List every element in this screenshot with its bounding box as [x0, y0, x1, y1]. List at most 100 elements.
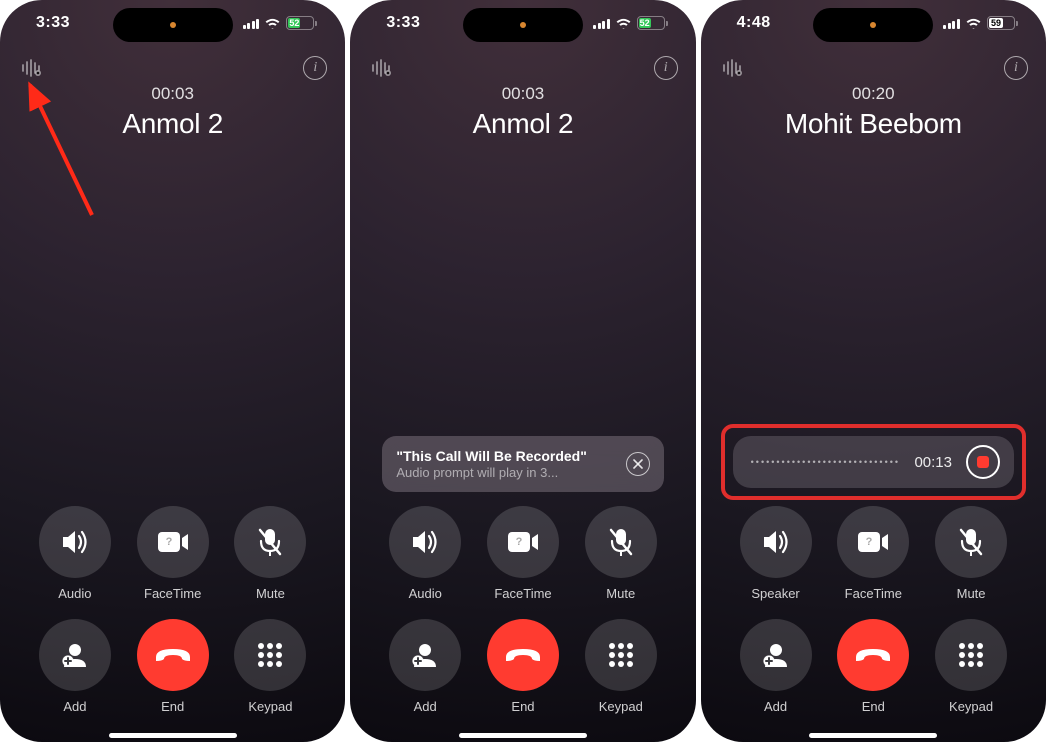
svg-text:?: ? — [165, 536, 172, 548]
recording-highlight: ••••••••••••••••••••••••••••••••••••••••… — [721, 424, 1026, 500]
svg-text:?: ? — [516, 536, 523, 548]
recording-bar: ••••••••••••••••••••••••••••••••••••••••… — [733, 436, 1014, 488]
wifi-icon — [965, 17, 982, 29]
facetime-button[interactable]: ? — [137, 506, 209, 578]
speaker-cell: Audio — [26, 506, 124, 601]
add-cell: Add — [26, 619, 124, 714]
speaker-label: Speaker — [751, 586, 799, 601]
signal-icon — [943, 17, 960, 29]
wifi-icon — [615, 17, 632, 29]
dynamic-island[interactable] — [813, 8, 933, 42]
call-duration: 00:20 — [701, 84, 1046, 104]
end-button[interactable] — [137, 619, 209, 691]
status-right: 52 — [243, 16, 318, 30]
mute-cell: Mute — [922, 506, 1020, 601]
mute-button[interactable] — [234, 506, 306, 578]
recording-prompt: "This Call Will Be Recorded"Audio prompt… — [382, 436, 663, 492]
home-indicator[interactable] — [459, 733, 587, 738]
wifi-icon — [264, 17, 281, 29]
mute-cell: Mute — [572, 506, 670, 601]
call-top-bar: i — [350, 46, 695, 82]
speaker-button[interactable] — [39, 506, 111, 578]
keypad-button[interactable] — [935, 619, 1007, 691]
mute-label: Mute — [957, 586, 986, 601]
dynamic-island[interactable] — [463, 8, 583, 42]
call-top-bar: i — [701, 46, 1046, 82]
end-label: End — [862, 699, 885, 714]
keypad-cell: Keypad — [572, 619, 670, 714]
keypad-cell: Keypad — [922, 619, 1020, 714]
recording-duration: 00:13 — [914, 454, 952, 471]
keypad-button[interactable] — [585, 619, 657, 691]
add-label: Add — [764, 699, 787, 714]
facetime-button[interactable]: ? — [487, 506, 559, 578]
prompt-title: "This Call Will Be Recorded" — [396, 448, 587, 464]
end-button[interactable] — [487, 619, 559, 691]
status-time: 3:33 — [386, 14, 420, 32]
keypad-label: Keypad — [599, 699, 643, 714]
speaker-button[interactable] — [389, 506, 461, 578]
speaker-button[interactable] — [740, 506, 812, 578]
speaker-cell: Speaker — [727, 506, 825, 601]
call-duration: 00:03 — [350, 84, 695, 104]
stop-recording-button[interactable] — [966, 445, 1000, 479]
status-time: 3:33 — [36, 14, 70, 32]
keypad-button[interactable] — [234, 619, 306, 691]
end-cell: End — [474, 619, 572, 714]
call-header: 00:20 Mohit Beebom — [701, 82, 1046, 140]
add-button[interactable] — [740, 619, 812, 691]
end-label: End — [161, 699, 184, 714]
mute-button[interactable] — [935, 506, 1007, 578]
call-button-grid: Audio ?FaceTime Mute Add End Keypad — [350, 506, 695, 714]
facetime-cell: ? FaceTime — [824, 506, 922, 601]
keypad-cell: Keypad — [222, 619, 320, 714]
phone-screen-2: 4:4859i00:20Mohit Beebom••••••••••••••••… — [701, 0, 1046, 742]
speaker-cell: Audio — [376, 506, 474, 601]
prompt-subtitle: Audio prompt will play in 3... — [396, 465, 587, 480]
facetime-label: FaceTime — [845, 586, 902, 601]
facetime-cell: ?FaceTime — [474, 506, 572, 601]
end-cell: End — [824, 619, 922, 714]
battery-icon: 52 — [286, 16, 317, 30]
add-cell: Add — [727, 619, 825, 714]
end-cell: End — [124, 619, 222, 714]
keypad-label: Keypad — [248, 699, 292, 714]
call-duration: 00:03 — [0, 84, 345, 104]
speaker-label: Audio — [58, 586, 91, 601]
add-button[interactable] — [389, 619, 461, 691]
svg-text:?: ? — [866, 536, 873, 548]
add-label: Add — [414, 699, 437, 714]
add-label: Add — [63, 699, 86, 714]
end-button[interactable] — [837, 619, 909, 691]
mute-label: Mute — [256, 586, 285, 601]
status-right: 52 — [593, 16, 668, 30]
call-button-grid: Speaker? FaceTime Mute Add End Keypad — [701, 506, 1046, 714]
prompt-close-button[interactable] — [626, 452, 650, 476]
caller-name: Anmol 2 — [350, 108, 695, 140]
facetime-cell: ?FaceTime — [124, 506, 222, 601]
keypad-label: Keypad — [949, 699, 993, 714]
speaker-label: Audio — [409, 586, 442, 601]
record-icon[interactable] — [18, 54, 46, 82]
home-indicator[interactable] — [109, 733, 237, 738]
phone-screen-1: 3:33 52 i 00:03 Anmol 2 "This Call Will Be Re… — [350, 0, 695, 742]
mute-label: Mute — [606, 586, 635, 601]
battery-icon: 59 — [987, 16, 1018, 30]
info-button[interactable]: i — [654, 56, 678, 80]
call-top-bar: i — [0, 46, 345, 82]
home-indicator[interactable] — [809, 733, 937, 738]
facetime-button[interactable]: ? — [837, 506, 909, 578]
add-button[interactable] — [39, 619, 111, 691]
info-button[interactable]: i — [1004, 56, 1028, 80]
call-button-grid: Audio ?FaceTime Mute Add End Keypad — [0, 506, 345, 714]
end-label: End — [511, 699, 534, 714]
mute-button[interactable] — [585, 506, 657, 578]
record-icon[interactable] — [368, 54, 396, 82]
caller-name: Mohit Beebom — [701, 108, 1046, 140]
caller-name: Anmol 2 — [0, 108, 345, 140]
dynamic-island[interactable] — [113, 8, 233, 42]
mute-cell: Mute — [222, 506, 320, 601]
info-button[interactable]: i — [303, 56, 327, 80]
call-header: 00:03 Anmol 2 — [0, 82, 345, 140]
record-icon[interactable] — [719, 54, 747, 82]
